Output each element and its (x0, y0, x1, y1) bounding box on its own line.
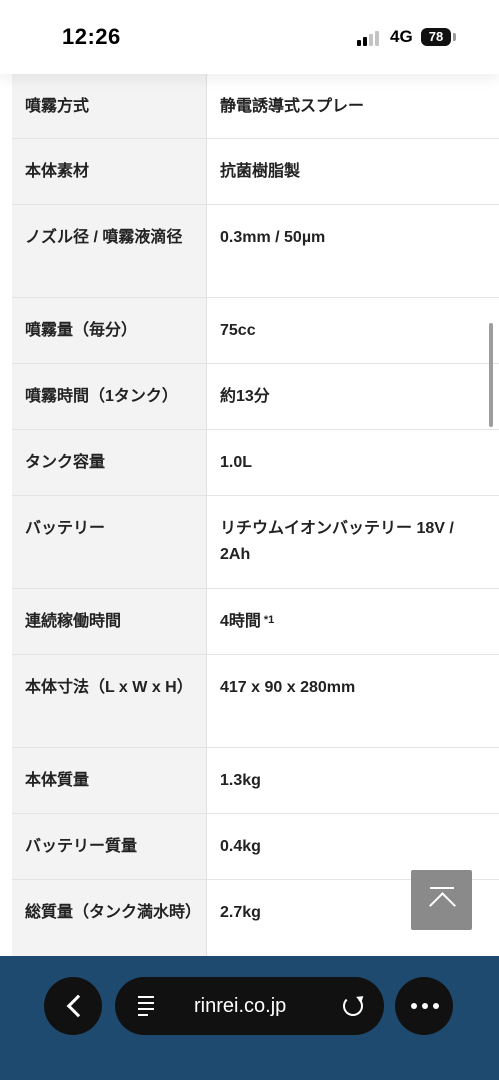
spec-row: バッテリー リチウムイオンバッテリー 18V / 2Ah (12, 495, 499, 588)
spec-label: 本体質量 (12, 748, 207, 813)
status-bar: 12:26 4G 78 (0, 0, 499, 74)
address-bar[interactable]: rinrei.co.jp (115, 977, 384, 1035)
spec-label: バッテリー (12, 496, 207, 588)
spec-row: 本体質量 1.3kg (12, 747, 499, 813)
more-button[interactable] (395, 977, 453, 1035)
spec-label: 噴霧時間（1タンク） (12, 364, 207, 429)
footnote-marker: *1 (263, 614, 275, 626)
spec-value: 1.3kg (220, 772, 261, 789)
spec-value: 静電誘導式スプレー (220, 98, 365, 115)
spec-table: 噴霧方式 静電誘導式スプレー 本体素材 抗菌樹脂製 ノズル径 / 噴霧液滴径 0… (12, 74, 499, 972)
spec-value: 抗菌樹脂製 (220, 163, 301, 180)
spec-row: 噴霧量（毎分） 75cc (12, 297, 499, 363)
spec-value: 4時間 *1 (207, 589, 499, 654)
scrollbar-thumb[interactable] (489, 323, 493, 427)
battery-icon (453, 33, 456, 41)
spec-value: 417 x 90 x 280mm (220, 679, 356, 696)
spec-value: 0.3mm / 50µm (220, 229, 326, 246)
cellular-signal-icon (357, 30, 383, 46)
reload-icon[interactable] (343, 996, 363, 1016)
spec-value: 約13分 (220, 388, 270, 405)
status-time: 12:26 (62, 24, 121, 49)
spec-row: 本体素材 抗菌樹脂製 (12, 138, 499, 204)
spec-label: 噴霧量（毎分） (12, 298, 207, 363)
url-text[interactable]: rinrei.co.jp (194, 995, 286, 1018)
spec-row: 本体寸法（L x W x H） 417 x 90 x 280mm (12, 654, 499, 747)
browser-toolbar: rinrei.co.jp (0, 956, 499, 1080)
more-dots-icon (411, 1003, 439, 1009)
spec-label: バッテリー質量 (12, 814, 207, 879)
spec-label: 本体素材 (12, 139, 207, 204)
spec-value: 1.0L (220, 454, 253, 471)
spec-label: ノズル径 / 噴霧液滴径 (12, 205, 207, 297)
back-button[interactable] (44, 977, 102, 1035)
spec-row: ノズル径 / 噴霧液滴径 0.3mm / 50µm (12, 204, 499, 297)
spec-value-text: 4時間 (220, 613, 261, 630)
spec-row: タンク容量 1.0L (12, 429, 499, 495)
spec-value: 75cc (220, 322, 256, 339)
spec-label: タンク容量 (12, 430, 207, 495)
reader-mode-icon[interactable] (138, 996, 154, 1016)
scroll-to-top-icon (430, 887, 454, 889)
spec-label: 噴霧方式 (12, 74, 207, 138)
battery-level: 78 (421, 28, 451, 46)
spec-row: 噴霧時間（1タンク） 約13分 (12, 363, 499, 429)
spec-value: リチウムイオンバッテリー 18V / 2Ah (220, 520, 454, 563)
spec-row: 連続稼働時間 4時間 *1 (12, 588, 499, 654)
scroll-to-top-button[interactable] (411, 870, 472, 930)
spec-row: 噴霧方式 静電誘導式スプレー (12, 74, 499, 138)
network-type: 4G (390, 27, 413, 46)
back-chevron-icon (66, 994, 90, 1018)
spec-label: 連続稼働時間 (12, 589, 207, 654)
spec-label: 本体寸法（L x W x H） (12, 655, 207, 747)
